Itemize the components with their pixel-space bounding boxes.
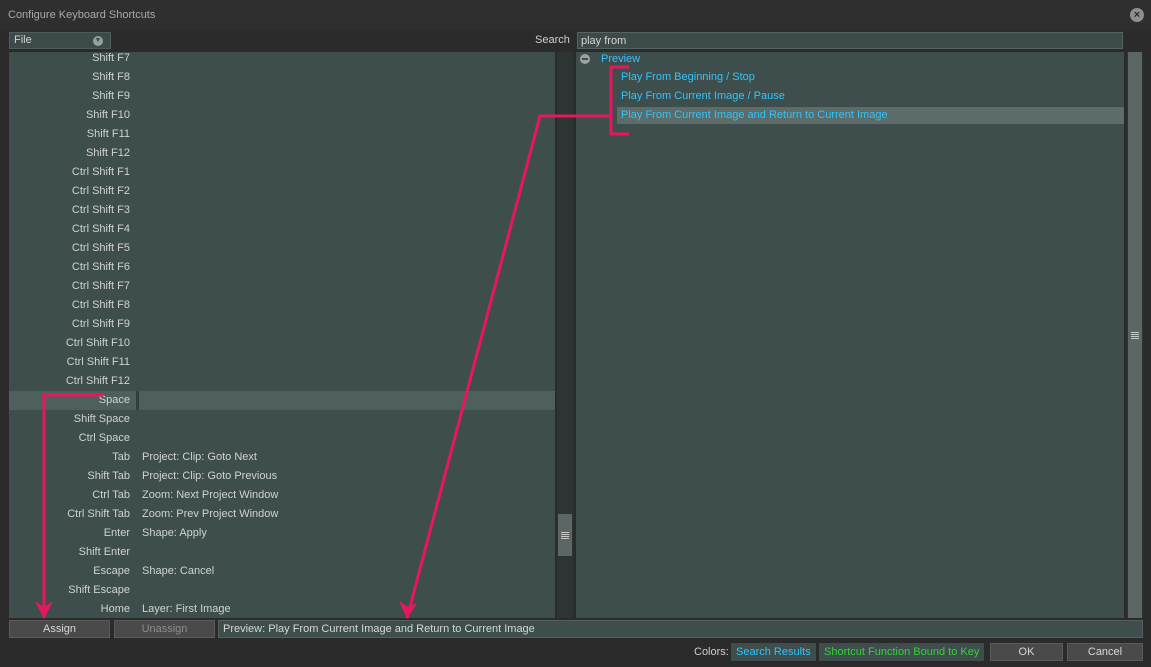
key-name: Shift F8 xyxy=(92,71,130,83)
key-row[interactable]: Ctrl Shift F11 xyxy=(9,353,555,372)
key-row[interactable]: Ctrl Shift F10 xyxy=(9,334,555,353)
key-row[interactable]: Ctrl Shift F5 xyxy=(9,239,555,258)
key-function: Zoom: Prev Project Window xyxy=(142,508,279,520)
search-input[interactable] xyxy=(577,32,1123,49)
key-name: Home xyxy=(100,603,130,615)
result-item[interactable]: Play From Current Image / Pause xyxy=(617,88,1124,105)
key-name: Tab xyxy=(112,451,130,463)
key-row[interactable]: Ctrl Shift F9 xyxy=(9,315,555,334)
key-row[interactable]: Shift Escape xyxy=(9,581,555,600)
legend-search-results: Search Results xyxy=(731,643,816,661)
legend-bound-function: Shortcut Function Bound to Key xyxy=(819,643,984,661)
key-name: Shift F11 xyxy=(86,128,130,140)
unassign-button[interactable]: Unassign xyxy=(114,620,215,638)
key-row[interactable]: Tab Project: Clip: Goto Next xyxy=(9,448,555,467)
key-function: Project: Clip: Goto Previous xyxy=(142,470,278,482)
key-row[interactable]: Escape Shape: Cancel xyxy=(9,562,555,581)
tree-group-preview[interactable]: Preview xyxy=(601,53,640,65)
window-title: Configure Keyboard Shortcuts xyxy=(8,9,156,21)
key-row[interactable]: Ctrl Shift F2 xyxy=(9,182,555,201)
results-scrollbar[interactable] xyxy=(1127,52,1143,618)
key-function: Shape: Apply xyxy=(142,527,207,539)
key-row[interactable]: Ctrl Shift F6 xyxy=(9,258,555,277)
key-name: Shift Escape xyxy=(68,584,130,596)
ok-button[interactable]: OK xyxy=(990,643,1063,661)
column-divider xyxy=(136,391,139,410)
title-bar: Configure Keyboard Shortcuts × xyxy=(0,0,1151,30)
key-row[interactable]: Shift Space xyxy=(9,410,555,429)
category-dropdown-value: File xyxy=(14,34,32,46)
key-row[interactable]: Shift F11 xyxy=(9,125,555,144)
key-name: Shift Tab xyxy=(87,470,130,482)
key-name: Ctrl Shift F1 xyxy=(71,166,130,178)
key-row[interactable]: Ctrl Shift F7 xyxy=(9,277,555,296)
colors-label: Colors: xyxy=(694,646,729,658)
key-row[interactable]: Shift F7 xyxy=(9,52,555,68)
key-name: Ctrl Shift F4 xyxy=(71,223,130,235)
key-row[interactable]: Home Layer: First Image xyxy=(9,600,555,618)
key-name: Shift F10 xyxy=(85,109,130,121)
key-function: Layer: First Image xyxy=(142,603,231,615)
collapse-icon[interactable] xyxy=(580,54,590,64)
key-name: Space xyxy=(98,394,130,406)
key-name: Ctrl Shift F6 xyxy=(71,261,130,273)
results-scroll-thumb[interactable] xyxy=(1128,52,1142,618)
key-name: Ctrl Shift F7 xyxy=(71,280,130,292)
key-row[interactable]: Ctrl Shift F1 xyxy=(9,163,555,182)
key-row[interactable]: Ctrl Tab Zoom: Next Project Window xyxy=(9,486,555,505)
key-name: Ctrl Space xyxy=(78,432,130,444)
key-name: Ctrl Shift Tab xyxy=(67,508,130,520)
key-name: Ctrl Shift F12 xyxy=(65,375,130,387)
key-function: Shape: Cancel xyxy=(142,565,215,577)
key-row[interactable]: Ctrl Space xyxy=(9,429,555,448)
key-name: Shift Space xyxy=(73,413,130,425)
result-item[interactable]: Play From Beginning / Stop xyxy=(617,69,1124,86)
key-row[interactable]: Ctrl Shift F4 xyxy=(9,220,555,239)
search-label: Search xyxy=(535,34,570,46)
key-name: Ctrl Shift F5 xyxy=(71,242,130,254)
key-row[interactable]: Ctrl Shift Tab Zoom: Prev Project Window xyxy=(9,505,555,524)
key-name: Enter xyxy=(103,527,130,539)
key-name: Ctrl Shift F2 xyxy=(71,185,130,197)
key-row[interactable]: Shift F12 xyxy=(9,144,555,163)
key-name: Ctrl Shift F11 xyxy=(66,356,130,368)
cancel-button[interactable]: Cancel xyxy=(1067,643,1143,661)
key-row[interactable]: Shift F9 xyxy=(9,87,555,106)
key-name: Ctrl Shift F9 xyxy=(71,318,130,330)
result-item[interactable]: Play From Current Image and Return to Cu… xyxy=(617,107,1124,124)
key-name: Escape xyxy=(93,565,130,577)
key-row[interactable]: Shift F10 xyxy=(9,106,555,125)
selected-function-display: Preview: Play From Current Image and Ret… xyxy=(218,620,1143,638)
search-results-tree[interactable]: Preview Play From Beginning / Stop Play F… xyxy=(576,52,1124,618)
assign-button[interactable]: Assign xyxy=(9,620,110,638)
key-row[interactable]: Ctrl Shift F3 xyxy=(9,201,555,220)
close-icon[interactable]: × xyxy=(1130,8,1144,22)
key-name: Ctrl Shift F3 xyxy=(71,204,130,216)
key-list[interactable]: Shift F7 Shift F8 Shift F9 Shift F10 Shift F… xyxy=(9,52,555,618)
key-name: Shift Enter xyxy=(78,546,130,558)
chevron-down-icon: ▼ xyxy=(93,36,103,46)
key-name: Shift F9 xyxy=(92,90,130,102)
key-function: Project: Clip: Goto Next xyxy=(142,451,257,463)
key-function: Zoom: Next Project Window xyxy=(142,489,279,501)
key-name: Shift F7 xyxy=(92,52,130,64)
key-row[interactable]: Shift Tab Project: Clip: Goto Previous xyxy=(9,467,555,486)
key-row[interactable]: Ctrl Shift F12 xyxy=(9,372,555,391)
key-row[interactable]: Space xyxy=(9,391,555,410)
key-row[interactable]: Shift Enter xyxy=(9,543,555,562)
key-row[interactable]: Shift F8 xyxy=(9,68,555,87)
key-name: Ctrl Shift F10 xyxy=(65,337,130,349)
key-row[interactable]: Ctrl Shift F8 xyxy=(9,296,555,315)
key-list-scrollbar[interactable] xyxy=(557,52,573,618)
key-row[interactable]: Enter Shape: Apply xyxy=(9,524,555,543)
key-list-scroll-thumb[interactable] xyxy=(558,514,572,556)
key-name: Shift F12 xyxy=(85,147,130,159)
key-name: Ctrl Tab xyxy=(92,489,130,501)
category-dropdown[interactable]: File ▼ xyxy=(9,32,111,49)
key-name: Ctrl Shift F8 xyxy=(71,299,130,311)
